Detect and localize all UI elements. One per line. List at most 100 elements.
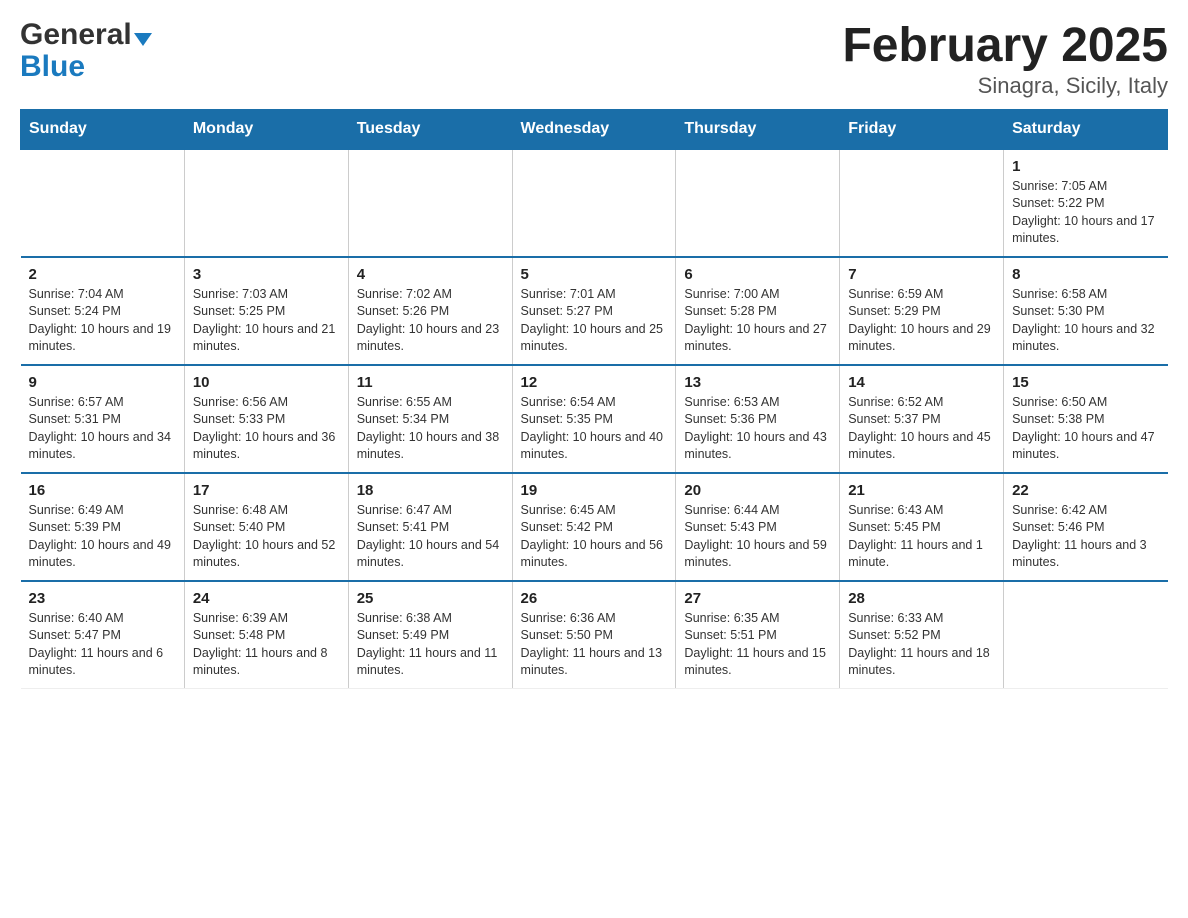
day-info: Sunrise: 6:53 AMSunset: 5:36 PMDaylight:… xyxy=(684,394,831,464)
day-number: 12 xyxy=(521,374,668,391)
col-saturday: Saturday xyxy=(1004,109,1168,149)
day-info: Sunrise: 6:45 AMSunset: 5:42 PMDaylight:… xyxy=(521,502,668,572)
day-info: Sunrise: 6:48 AMSunset: 5:40 PMDaylight:… xyxy=(193,502,340,572)
calendar-week-row: 16 Sunrise: 6:49 AMSunset: 5:39 PMDayligh… xyxy=(21,473,1168,581)
day-info: Sunrise: 6:49 AMSunset: 5:39 PMDaylight:… xyxy=(29,502,176,572)
calendar-cell: 27Sunrise: 6:35 AMSunset: 5:51 PMDayligh… xyxy=(676,581,840,689)
col-monday: Monday xyxy=(184,109,348,149)
calendar-cell: 28Sunrise: 6:33 AMSunset: 5:52 PMDayligh… xyxy=(840,581,1004,689)
day-number: 23 xyxy=(29,590,176,607)
calendar-cell: 1Sunrise: 7:05 AMSunset: 5:22 PMDaylight… xyxy=(1004,149,1168,257)
day-info: Sunrise: 6:55 AMSunset: 5:34 PMDaylight:… xyxy=(357,394,504,464)
day-number: 24 xyxy=(193,590,340,607)
calendar-cell: 26Sunrise: 6:36 AMSunset: 5:50 PMDayligh… xyxy=(512,581,676,689)
calendar-table: Sunday Monday Tuesday Wednesday Thursday… xyxy=(20,109,1168,689)
calendar-cell: 22 Sunrise: 6:42 AMSunset: 5:46 PMDayligh… xyxy=(1004,473,1168,581)
calendar-cell: 13 Sunrise: 6:53 AMSunset: 5:36 PMDayligh… xyxy=(676,365,840,473)
day-number: 28 xyxy=(848,590,995,607)
day-info: Sunrise: 6:50 AMSunset: 5:38 PMDaylight:… xyxy=(1012,394,1159,464)
calendar-cell: 10 Sunrise: 6:56 AMSunset: 5:33 PMDayligh… xyxy=(184,365,348,473)
page-title: February 2025 xyxy=(842,20,1168,73)
day-number: 9 xyxy=(29,374,176,391)
day-info: Sunrise: 6:57 AMSunset: 5:31 PMDaylight:… xyxy=(29,394,176,464)
day-info: Sunrise: 6:54 AMSunset: 5:35 PMDaylight:… xyxy=(521,394,668,464)
calendar-cell: 24 Sunrise: 6:39 AMSunset: 5:48 PMDayligh… xyxy=(184,581,348,689)
calendar-cell xyxy=(840,149,1004,257)
calendar-cell: 17 Sunrise: 6:48 AMSunset: 5:40 PMDayligh… xyxy=(184,473,348,581)
calendar-header-row: Sunday Monday Tuesday Wednesday Thursday… xyxy=(21,109,1168,149)
calendar-cell: 4Sunrise: 7:02 AMSunset: 5:26 PMDaylight… xyxy=(348,257,512,365)
day-info: Sunrise: 6:39 AMSunset: 5:48 PMDaylight:… xyxy=(193,610,340,680)
day-number: 16 xyxy=(29,482,176,499)
calendar-cell xyxy=(348,149,512,257)
day-number: 5 xyxy=(521,266,668,283)
calendar-cell: 21 Sunrise: 6:43 AMSunset: 5:45 PMDayligh… xyxy=(840,473,1004,581)
day-info: Sunrise: 6:42 AMSunset: 5:46 PMDaylight:… xyxy=(1012,502,1159,572)
day-info: Sunrise: 6:58 AMSunset: 5:30 PMDaylight:… xyxy=(1012,286,1159,356)
day-number: 22 xyxy=(1012,482,1159,499)
calendar-cell: 15 Sunrise: 6:50 AMSunset: 5:38 PMDayligh… xyxy=(1004,365,1168,473)
day-number: 2 xyxy=(29,266,176,283)
calendar-cell: 8 Sunrise: 6:58 AMSunset: 5:30 PMDaylight… xyxy=(1004,257,1168,365)
calendar-cell: 7Sunrise: 6:59 AMSunset: 5:29 PMDaylight… xyxy=(840,257,1004,365)
day-number: 17 xyxy=(193,482,340,499)
col-friday: Friday xyxy=(840,109,1004,149)
col-sunday: Sunday xyxy=(21,109,185,149)
day-info: Sunrise: 6:52 AMSunset: 5:37 PMDaylight:… xyxy=(848,394,995,464)
calendar-cell xyxy=(1004,581,1168,689)
day-info: Sunrise: 6:59 AMSunset: 5:29 PMDaylight:… xyxy=(848,286,995,356)
calendar-cell: 23 Sunrise: 6:40 AMSunset: 5:47 PMDayligh… xyxy=(21,581,185,689)
day-number: 11 xyxy=(357,374,504,391)
day-number: 15 xyxy=(1012,374,1159,391)
day-info: Sunrise: 7:01 AMSunset: 5:27 PMDaylight:… xyxy=(521,286,668,356)
calendar-cell xyxy=(512,149,676,257)
calendar-week-row: 1Sunrise: 7:05 AMSunset: 5:22 PMDaylight… xyxy=(21,149,1168,257)
day-info: Sunrise: 7:05 AMSunset: 5:22 PMDaylight:… xyxy=(1012,178,1159,248)
col-tuesday: Tuesday xyxy=(348,109,512,149)
calendar-cell xyxy=(676,149,840,257)
day-info: Sunrise: 7:04 AMSunset: 5:24 PMDaylight:… xyxy=(29,286,176,356)
logo-blue-text: Blue xyxy=(20,50,85,84)
calendar-cell: 9 Sunrise: 6:57 AMSunset: 5:31 PMDaylight… xyxy=(21,365,185,473)
day-number: 3 xyxy=(193,266,340,283)
calendar-cell: 11 Sunrise: 6:55 AMSunset: 5:34 PMDayligh… xyxy=(348,365,512,473)
day-number: 18 xyxy=(357,482,504,499)
day-info: Sunrise: 6:43 AMSunset: 5:45 PMDaylight:… xyxy=(848,502,995,572)
calendar-cell: 25 Sunrise: 6:38 AMSunset: 5:49 PMDayligh… xyxy=(348,581,512,689)
day-number: 25 xyxy=(357,590,504,607)
logo-triangle-icon xyxy=(134,33,152,46)
logo-general-text: General xyxy=(20,20,132,50)
calendar-cell: 2 Sunrise: 7:04 AMSunset: 5:24 PMDaylight… xyxy=(21,257,185,365)
day-number: 8 xyxy=(1012,266,1159,283)
calendar-week-row: 23 Sunrise: 6:40 AMSunset: 5:47 PMDayligh… xyxy=(21,581,1168,689)
day-number: 14 xyxy=(848,374,995,391)
day-info: Sunrise: 6:56 AMSunset: 5:33 PMDaylight:… xyxy=(193,394,340,464)
logo: General Blue xyxy=(20,20,152,84)
calendar-week-row: 9 Sunrise: 6:57 AMSunset: 5:31 PMDaylight… xyxy=(21,365,1168,473)
calendar-cell xyxy=(184,149,348,257)
calendar-cell: 6Sunrise: 7:00 AMSunset: 5:28 PMDaylight… xyxy=(676,257,840,365)
col-wednesday: Wednesday xyxy=(512,109,676,149)
calendar-cell: 12 Sunrise: 6:54 AMSunset: 5:35 PMDayligh… xyxy=(512,365,676,473)
page-subtitle: Sinagra, Sicily, Italy xyxy=(842,73,1168,99)
calendar-cell: 18 Sunrise: 6:47 AMSunset: 5:41 PMDayligh… xyxy=(348,473,512,581)
calendar-cell: 19Sunrise: 6:45 AMSunset: 5:42 PMDayligh… xyxy=(512,473,676,581)
calendar-cell: 20 Sunrise: 6:44 AMSunset: 5:43 PMDayligh… xyxy=(676,473,840,581)
page-header: General Blue February 2025 Sinagra, Sici… xyxy=(20,20,1168,99)
title-section: February 2025 Sinagra, Sicily, Italy xyxy=(842,20,1168,99)
day-info: Sunrise: 6:35 AMSunset: 5:51 PMDaylight:… xyxy=(684,610,831,680)
day-number: 26 xyxy=(521,590,668,607)
day-number: 6 xyxy=(684,266,831,283)
calendar-cell xyxy=(21,149,185,257)
day-info: Sunrise: 7:03 AMSunset: 5:25 PMDaylight:… xyxy=(193,286,340,356)
calendar-week-row: 2 Sunrise: 7:04 AMSunset: 5:24 PMDaylight… xyxy=(21,257,1168,365)
day-number: 21 xyxy=(848,482,995,499)
day-number: 20 xyxy=(684,482,831,499)
day-info: Sunrise: 6:38 AMSunset: 5:49 PMDaylight:… xyxy=(357,610,504,680)
day-info: Sunrise: 6:44 AMSunset: 5:43 PMDaylight:… xyxy=(684,502,831,572)
day-number: 13 xyxy=(684,374,831,391)
day-info: Sunrise: 6:47 AMSunset: 5:41 PMDaylight:… xyxy=(357,502,504,572)
day-info: Sunrise: 7:02 AMSunset: 5:26 PMDaylight:… xyxy=(357,286,504,356)
day-number: 10 xyxy=(193,374,340,391)
day-info: Sunrise: 6:40 AMSunset: 5:47 PMDaylight:… xyxy=(29,610,176,680)
